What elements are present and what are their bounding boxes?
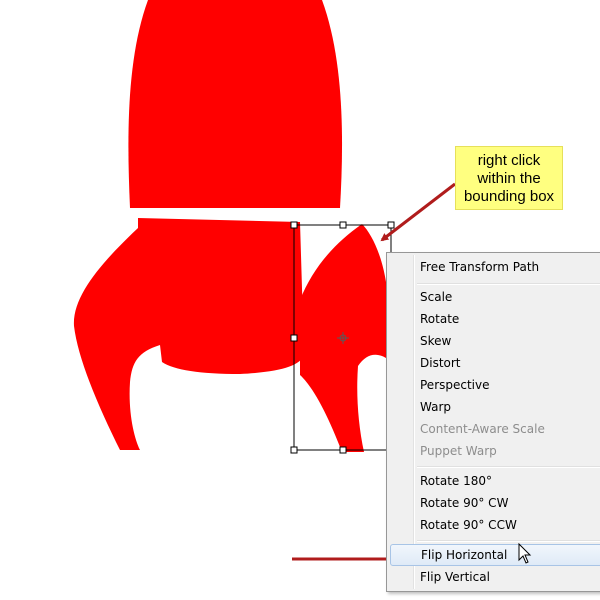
menu-item-scale[interactable]: Scale	[390, 286, 600, 308]
menu-item-free-transform-path[interactable]: Free Transform Path	[390, 256, 600, 278]
menu-item-distort[interactable]: Distort	[390, 352, 600, 374]
menu-item-rotate-180[interactable]: Rotate 180°	[390, 470, 600, 492]
callout-line-2: within the	[477, 170, 541, 187]
menu-separator	[417, 540, 600, 542]
menu-item-skew[interactable]: Skew	[390, 330, 600, 352]
context-menu: Free Transform Path Scale Rotate Skew Di…	[386, 252, 600, 592]
menu-item-rotate[interactable]: Rotate	[390, 308, 600, 330]
menu-item-rotate-90-ccw[interactable]: Rotate 90° CCW	[390, 514, 600, 536]
handle-top-right[interactable]	[387, 221, 395, 229]
menu-item-flip-vertical[interactable]: Flip Vertical	[390, 566, 600, 588]
menu-item-puppet-warp: Puppet Warp	[420, 444, 497, 458]
menu-item-flip-horizontal[interactable]: Flip Horizontal	[390, 544, 600, 566]
handle-top-left[interactable]	[290, 221, 298, 229]
rocket-lower-body	[73, 218, 304, 450]
mouse-pointer-icon	[518, 543, 532, 564]
callout-line-3: bounding box	[463, 188, 555, 205]
menu-item-warp[interactable]: Warp	[390, 396, 600, 418]
menu-separator	[417, 283, 600, 285]
rocket-body	[128, 0, 343, 208]
handle-top-center[interactable]	[339, 221, 347, 229]
menu-separator	[417, 466, 600, 468]
handle-middle-left[interactable]	[290, 334, 298, 342]
menu-item-rotate-90-cw[interactable]: Rotate 90° CW	[390, 492, 600, 514]
handle-bottom-left[interactable]	[290, 446, 298, 454]
callout-line-1: right click	[477, 152, 541, 169]
instruction-callout: right click within the bounding box	[455, 146, 563, 210]
callout-arrow	[380, 182, 456, 242]
menu-item-content-aware-scale: Content-Aware Scale	[420, 422, 545, 436]
menu-item-perspective[interactable]: Perspective	[390, 374, 600, 396]
handle-bottom-center[interactable]	[339, 446, 347, 454]
